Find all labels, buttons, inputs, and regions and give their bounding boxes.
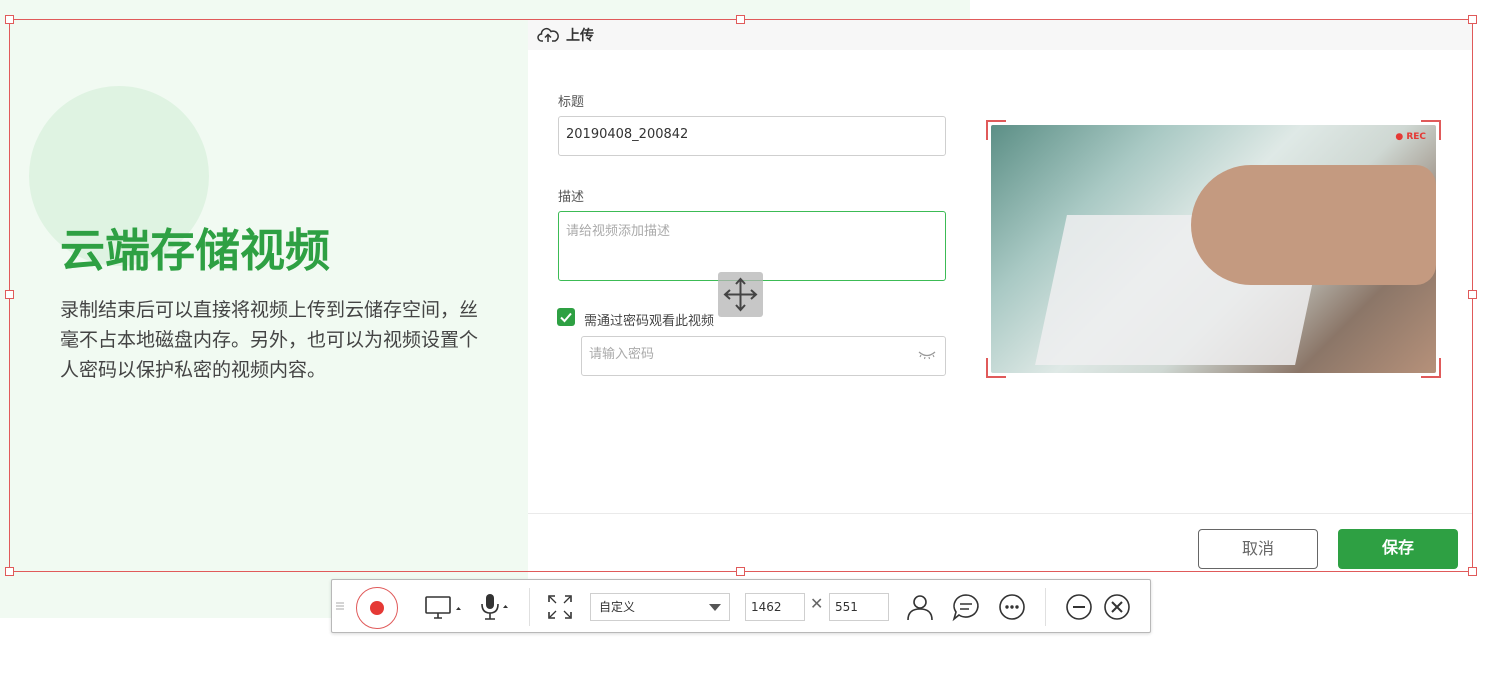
toolbar-separator xyxy=(529,588,530,626)
record-icon xyxy=(370,601,384,615)
recorder-toolbar: 自定义 1462 ✕ 551 xyxy=(331,579,1151,633)
width-input[interactable]: 1462 xyxy=(745,593,805,621)
screen: 云端存储视频 录制结束后可以直接将视频上传到云储存空间，丝毫不占本地磁盘内存。另… xyxy=(0,0,1486,675)
microphone-icon[interactable] xyxy=(478,592,512,622)
resize-handle-bottom[interactable] xyxy=(736,567,745,576)
height-input[interactable]: 551 xyxy=(829,593,889,621)
resize-handle-right[interactable] xyxy=(1468,290,1477,299)
minimize-icon[interactable] xyxy=(1065,592,1093,622)
dimension-times-sign: ✕ xyxy=(810,594,824,613)
more-icon[interactable] xyxy=(997,592,1027,622)
chevron-down-icon xyxy=(709,604,721,611)
monitor-icon[interactable] xyxy=(424,594,462,620)
chat-icon[interactable] xyxy=(951,592,981,622)
close-icon[interactable] xyxy=(1103,592,1131,622)
resize-handle-top[interactable] xyxy=(736,15,745,24)
region-mode-value: 自定义 xyxy=(599,600,636,614)
fullscreen-icon[interactable] xyxy=(547,594,573,620)
resize-handle-bottom-right[interactable] xyxy=(1468,567,1477,576)
resize-handle-left[interactable] xyxy=(5,290,14,299)
record-button[interactable] xyxy=(356,587,398,629)
resize-handle-top-right[interactable] xyxy=(1468,15,1477,24)
resize-handle-top-left[interactable] xyxy=(5,15,14,24)
region-mode-select[interactable]: 自定义 xyxy=(590,593,730,621)
webcam-icon[interactable] xyxy=(905,592,935,622)
capture-region[interactable] xyxy=(9,19,1473,572)
resize-handle-bottom-left[interactable] xyxy=(5,567,14,576)
drag-grip-icon[interactable] xyxy=(336,600,344,612)
toolbar-separator xyxy=(1045,588,1046,626)
